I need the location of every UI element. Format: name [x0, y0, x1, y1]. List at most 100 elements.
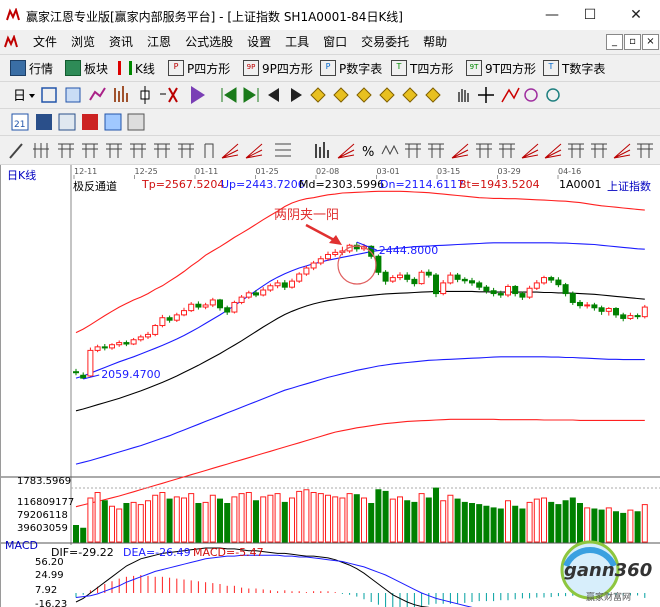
mdi-restore-button[interactable]: ▫	[624, 34, 641, 50]
t-number-table-icon: T	[543, 60, 559, 76]
vlines-icon[interactable]	[33, 143, 49, 158]
volume-axis-label: 116809177	[17, 497, 74, 508]
menu-tools[interactable]: 工具	[278, 30, 316, 54]
grid-icon-5[interactable]	[154, 143, 170, 158]
hand-icon[interactable]	[458, 89, 469, 102]
9t-square-button[interactable]: 9T 9T四方形	[466, 59, 536, 77]
p-square-button[interactable]: P P四方形	[168, 59, 230, 77]
mdi-close-button[interactable]: ×	[642, 34, 659, 50]
candle-body	[325, 253, 331, 260]
fan-icon-7[interactable]	[613, 143, 631, 159]
gann-icon[interactable]	[524, 88, 538, 102]
sector-button[interactable]: 板块	[65, 59, 108, 77]
candle-icon[interactable]	[140, 86, 150, 104]
grid-icon-2[interactable]	[82, 143, 98, 158]
document-icon[interactable]	[4, 35, 18, 49]
fan-icon-1[interactable]	[221, 143, 239, 159]
menu-browse[interactable]: 浏览	[64, 30, 102, 54]
compare-icon[interactable]	[65, 87, 81, 103]
network-icon[interactable]	[104, 113, 122, 131]
fan-icon-6[interactable]	[544, 143, 562, 159]
9p-square-button[interactable]: 9P 9P四方形	[243, 59, 313, 77]
zoom-diamonds-icons[interactable]	[310, 87, 441, 103]
candle-body	[605, 307, 612, 312]
first-page-icon[interactable]	[221, 87, 237, 103]
date-tick: 12-25	[135, 167, 158, 176]
hline-icon[interactable]	[275, 143, 291, 157]
trend-icon[interactable]	[89, 87, 106, 101]
volume-bar	[404, 500, 411, 543]
date-tick: 03-01	[377, 167, 400, 176]
grid-icon-12[interactable]	[591, 143, 607, 158]
menu-window[interactable]: 窗口	[316, 30, 354, 54]
histogram-icon[interactable]	[315, 142, 329, 158]
grid-icon-9[interactable]	[476, 143, 492, 158]
menu-gann[interactable]: 江恩	[140, 30, 178, 54]
p-number-table-button[interactable]: P P数字表	[320, 59, 382, 77]
kline-button[interactable]: K线	[118, 59, 155, 77]
prev-icon[interactable]	[268, 88, 279, 102]
fan-icon-3[interactable]	[337, 143, 355, 159]
fan-icon-5[interactable]	[521, 143, 539, 159]
percent-icon[interactable]: %	[362, 145, 374, 160]
draw-line-icon[interactable]	[501, 87, 520, 103]
quotes-button[interactable]: 行情	[10, 59, 53, 77]
logo-text: gann360	[564, 560, 652, 581]
candle-body	[173, 314, 180, 321]
volume-bar	[490, 507, 497, 543]
last-page-icon[interactable]	[243, 87, 259, 103]
candle-body	[181, 310, 187, 316]
wave-icon[interactable]	[381, 144, 399, 156]
crosshair-icon[interactable]	[478, 87, 494, 103]
grid-icon-10[interactable]	[499, 143, 515, 158]
next-icon[interactable]	[291, 88, 302, 102]
save-icon[interactable]	[82, 114, 98, 130]
grid-icon-13[interactable]	[637, 143, 653, 158]
menu-info[interactable]: 资讯	[102, 30, 140, 54]
volume-bar	[87, 497, 94, 543]
candle-body	[490, 290, 497, 295]
t-number-table-button[interactable]: T T数字表	[543, 59, 605, 77]
grid-icon-4[interactable]	[130, 143, 146, 158]
menu-help[interactable]: 帮助	[416, 30, 454, 54]
chart-style-icon[interactable]	[41, 87, 57, 103]
menu-settings[interactable]: 设置	[240, 30, 278, 54]
menu-trade[interactable]: 交易委托	[354, 30, 416, 54]
color-flag-icon[interactable]	[191, 86, 205, 104]
grid-icon-8[interactable]	[428, 143, 444, 158]
minimize-button[interactable]: —	[536, 4, 568, 26]
candle-body	[591, 304, 598, 309]
candle-body	[533, 282, 540, 289]
indicator-icon[interactable]	[168, 87, 178, 103]
mdi-minimize-button[interactable]: _	[606, 34, 623, 50]
grid-icon-6[interactable]	[178, 143, 194, 158]
close-button[interactable]: ✕	[620, 4, 652, 26]
candle-body	[505, 285, 511, 296]
candle-body	[116, 342, 123, 346]
settings-icon[interactable]	[546, 88, 560, 102]
print-icon[interactable]	[127, 113, 145, 131]
date-tick: 03-29	[498, 167, 521, 176]
grid-icon-3[interactable]	[106, 143, 122, 158]
volume-bar	[461, 501, 468, 543]
grid-icon-11[interactable]	[568, 143, 584, 158]
fan-icon-4[interactable]	[451, 143, 469, 159]
menu-formula-select[interactable]: 公式选股	[178, 30, 240, 54]
box-icon[interactable]	[204, 143, 214, 158]
grid-icon-7[interactable]	[405, 143, 421, 158]
monitor-icon[interactable]	[36, 114, 52, 130]
volume-bar	[519, 508, 526, 543]
period-selector-icon[interactable]: 日	[13, 89, 35, 104]
pencil-icon[interactable]	[9, 143, 23, 159]
candle-body	[562, 284, 569, 295]
grid-icon-1[interactable]	[58, 143, 74, 158]
window-icon[interactable]	[58, 113, 76, 131]
t-square-button[interactable]: T T四方形	[391, 59, 453, 77]
maximize-button[interactable]: ☐	[574, 4, 606, 26]
fan-icon-2[interactable]	[245, 143, 263, 159]
bars-icon[interactable]	[114, 86, 128, 102]
sector-icon	[65, 60, 81, 76]
candle-body	[303, 267, 310, 275]
candle-body	[137, 336, 144, 341]
menu-file[interactable]: 文件	[26, 30, 64, 54]
